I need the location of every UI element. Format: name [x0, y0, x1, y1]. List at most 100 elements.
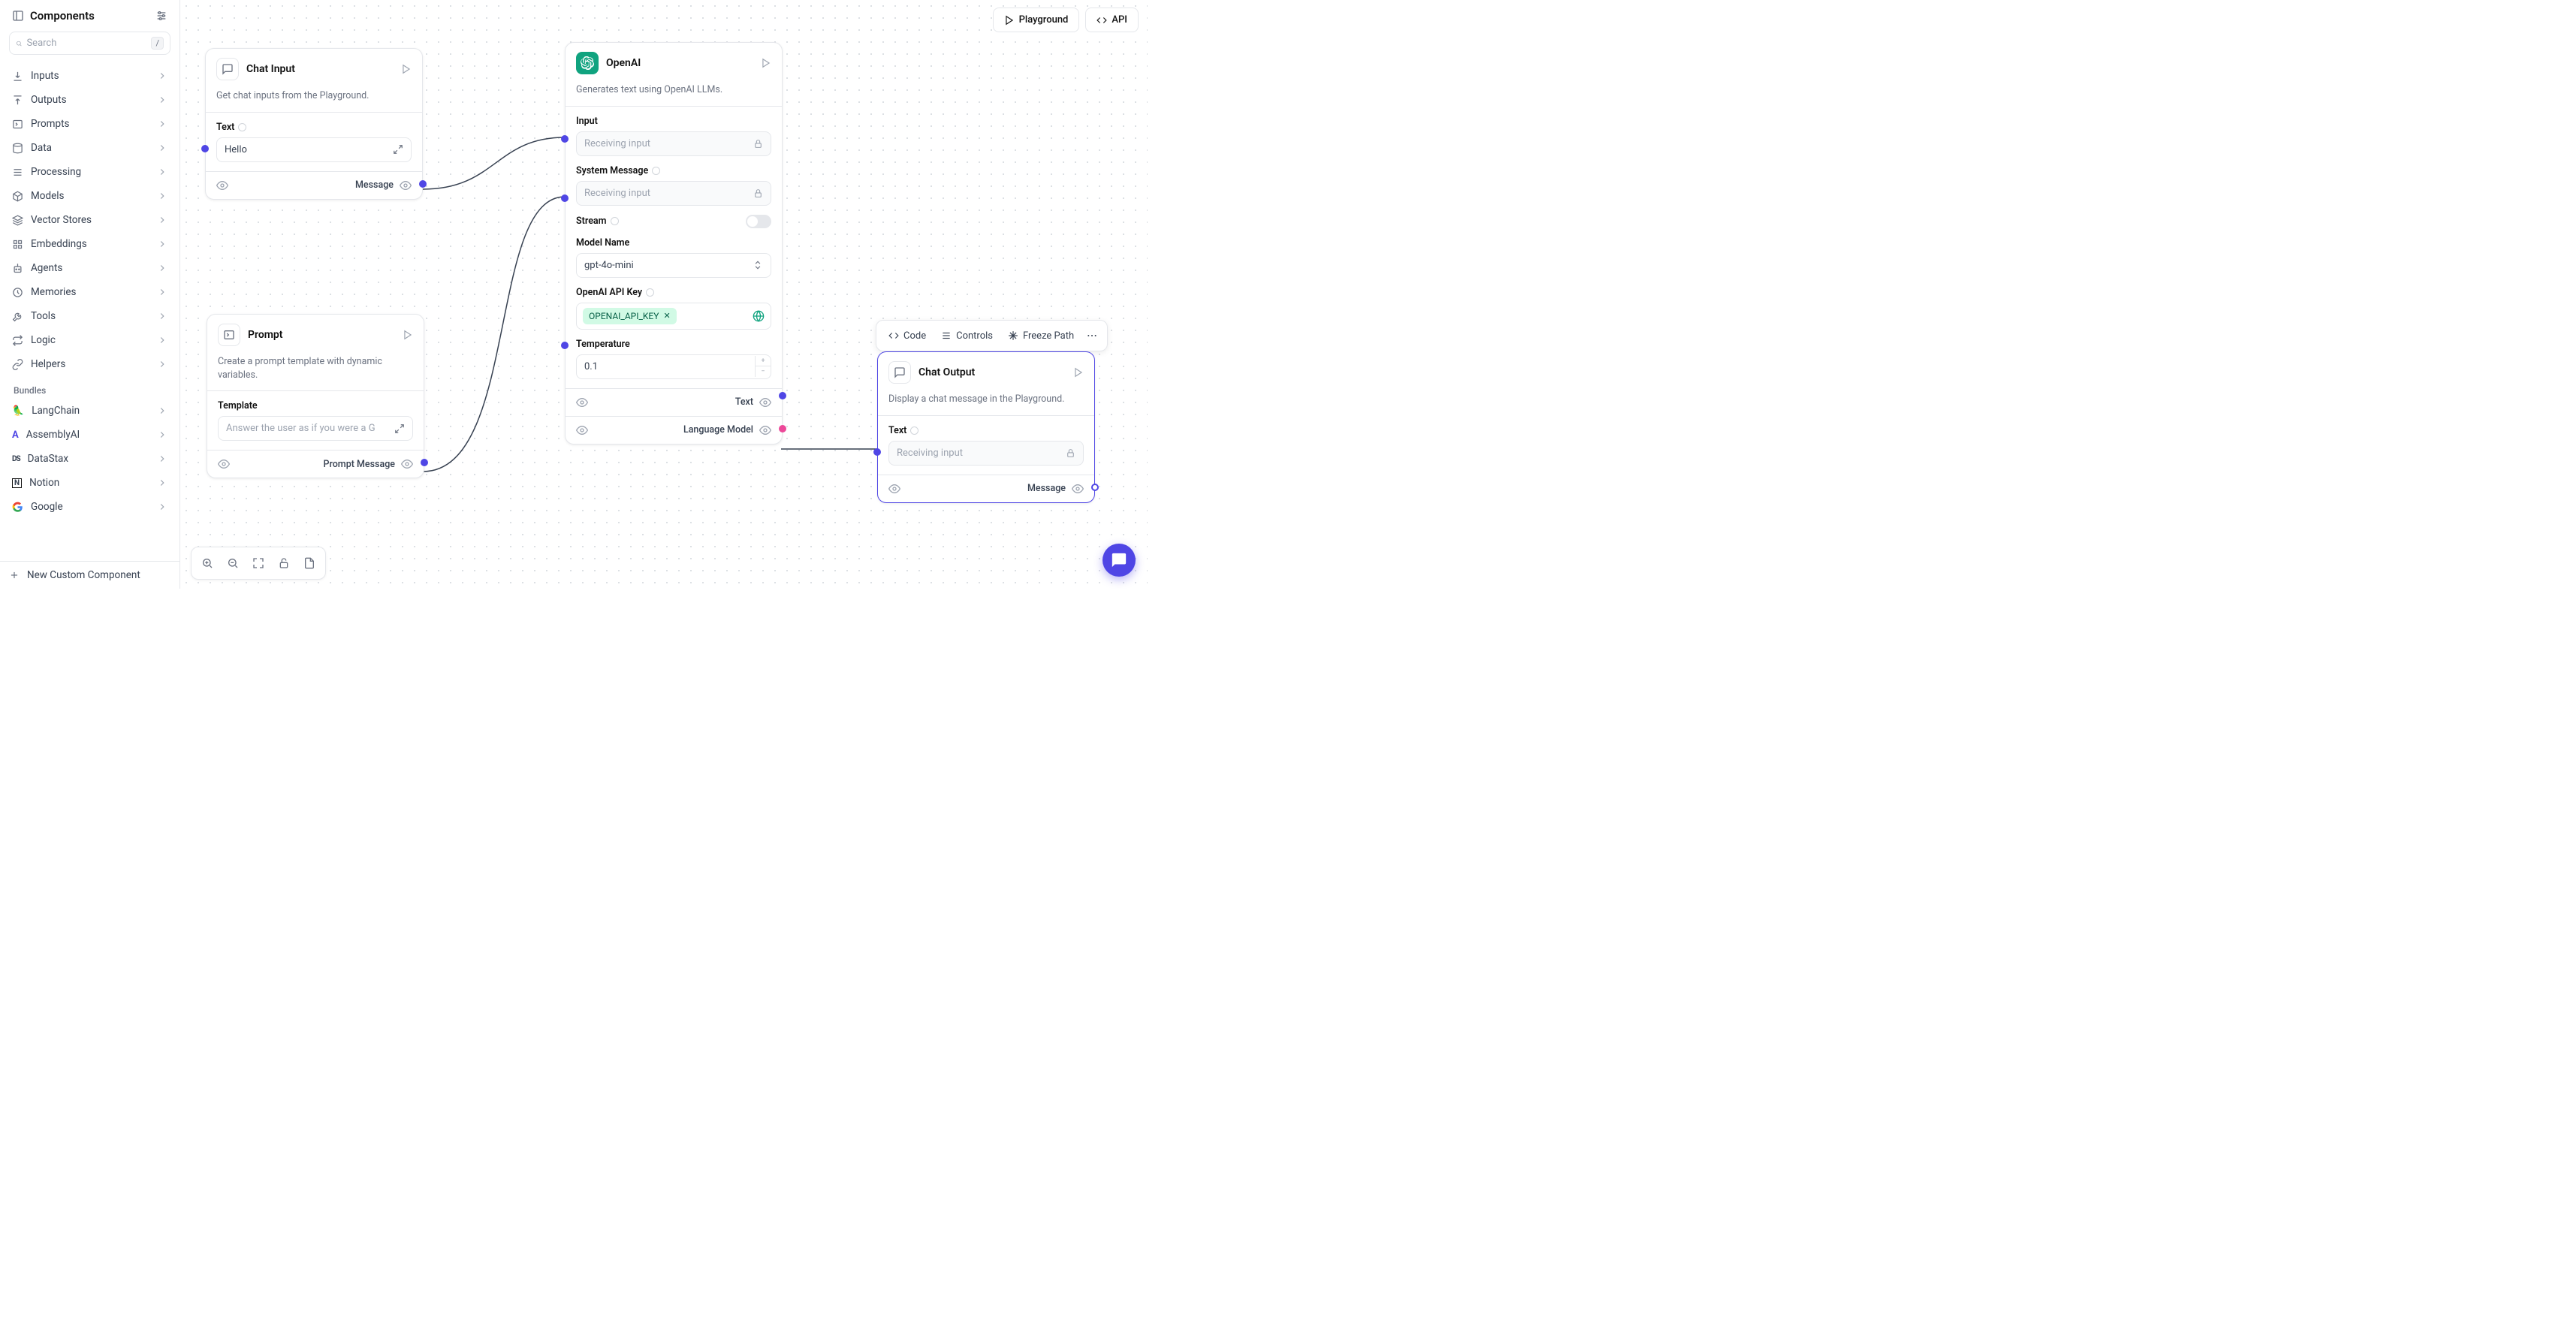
eye-icon[interactable]	[576, 396, 588, 408]
openai-icon	[576, 52, 599, 74]
play-icon[interactable]	[403, 330, 413, 340]
bundles-heading: Bundles	[6, 376, 173, 399]
node-prompt[interactable]: Prompt Create a prompt template with dyn…	[207, 314, 424, 478]
info-icon	[611, 217, 619, 225]
eye-icon[interactable]	[1072, 483, 1084, 495]
bundle-google[interactable]: Google	[6, 495, 173, 519]
sidebar-item-processing[interactable]: Processing	[6, 160, 173, 184]
lock-button[interactable]	[271, 550, 297, 576]
eye-icon[interactable]	[576, 424, 588, 436]
sidebar-item-data[interactable]: Data	[6, 136, 173, 160]
output-port[interactable]	[419, 180, 427, 188]
bundle-langchain[interactable]: 🦜LangChain	[6, 399, 173, 423]
node-desc: Get chat inputs from the Playground.	[206, 89, 422, 112]
sidebar-item-logic[interactable]: Logic	[6, 328, 173, 352]
sidebar-item-vector-stores[interactable]: Vector Stores	[6, 208, 173, 232]
sidebar-item-helpers[interactable]: Helpers	[6, 352, 173, 376]
info-icon	[238, 123, 246, 131]
node-context-bar: Code Controls Freeze Path	[876, 320, 1108, 351]
chevron-updown-icon	[753, 260, 763, 270]
chat-icon	[216, 58, 239, 80]
note-button[interactable]	[297, 550, 322, 576]
text-input[interactable]: Hello	[216, 137, 412, 162]
play-icon[interactable]	[1073, 367, 1084, 378]
more-button[interactable]	[1081, 325, 1102, 346]
text-output-port[interactable]	[779, 392, 786, 399]
sliders-icon[interactable]	[155, 10, 167, 22]
zoom-out-button[interactable]	[220, 550, 246, 576]
freeze-path-button[interactable]: Freeze Path	[1000, 326, 1081, 346]
text-field: Receiving input	[888, 441, 1084, 466]
sidebar-item-models[interactable]: Models	[6, 184, 173, 208]
temperature-input[interactable]: 0.1+−	[576, 354, 771, 379]
node-chat-input[interactable]: Chat Input Get chat inputs from the Play…	[205, 48, 423, 200]
template-input[interactable]: Answer the user as if you were a G	[218, 416, 413, 441]
play-icon[interactable]	[761, 58, 771, 68]
eye-icon[interactable]	[759, 396, 771, 408]
stream-toggle[interactable]	[746, 215, 771, 228]
canvas[interactable]: Playground API Chat Input Get chat input…	[180, 0, 1148, 589]
apikey-field[interactable]: OPENAI_API_KEY✕	[576, 303, 771, 330]
lock-icon	[753, 139, 763, 149]
output-port[interactable]	[1091, 484, 1099, 491]
help-fab[interactable]	[1102, 544, 1136, 577]
zoom-in-button[interactable]	[195, 550, 220, 576]
sidebar: Components / Inputs Outputs Prompts Data…	[0, 0, 180, 589]
node-title: Chat Input	[246, 63, 295, 75]
info-icon	[910, 426, 918, 435]
play-icon[interactable]	[401, 64, 412, 74]
temp-up-button[interactable]: +	[756, 356, 771, 366]
input-port[interactable]	[873, 448, 881, 456]
sidebar-item-outputs[interactable]: Outputs	[6, 88, 173, 112]
search-input[interactable]: /	[9, 32, 170, 55]
sidebar-item-embeddings[interactable]: Embeddings	[6, 232, 173, 256]
model-select[interactable]: gpt-4o-mini	[576, 253, 771, 278]
sidebar-item-agents[interactable]: Agents	[6, 256, 173, 280]
globe-icon[interactable]	[753, 310, 765, 322]
fit-view-button[interactable]	[246, 550, 271, 576]
sidebar-item-prompts[interactable]: Prompts	[6, 112, 173, 136]
lock-icon	[753, 188, 763, 198]
node-openai[interactable]: OpenAI Generates text using OpenAI LLMs.…	[565, 42, 783, 445]
output-port[interactable]	[421, 459, 428, 466]
sidebar-item-inputs[interactable]: Inputs	[6, 64, 173, 88]
sidebar-item-memories[interactable]: Memories	[6, 280, 173, 304]
canvas-toolbar	[191, 547, 326, 580]
bundle-datastax[interactable]: DSDataStax	[6, 447, 173, 471]
input-port[interactable]	[201, 145, 209, 152]
sysmsg-port[interactable]	[561, 194, 569, 202]
eye-icon[interactable]	[401, 458, 413, 470]
eye-icon[interactable]	[888, 483, 900, 495]
sidebar-title: Components	[30, 9, 95, 23]
terminal-icon	[218, 324, 240, 346]
playground-button[interactable]: Playground	[993, 8, 1080, 32]
eye-icon[interactable]	[218, 458, 230, 470]
search-icon	[16, 38, 22, 49]
eye-icon[interactable]	[216, 179, 228, 191]
info-icon	[646, 288, 654, 297]
controls-button[interactable]: Controls	[934, 326, 1000, 346]
api-button[interactable]: API	[1085, 8, 1139, 32]
chat-icon	[888, 361, 911, 384]
bundle-notion[interactable]: NNotion	[6, 471, 173, 495]
node-chat-output[interactable]: Chat Output Display a chat message in th…	[877, 351, 1095, 503]
new-custom-component-button[interactable]: New Custom Component	[0, 561, 179, 589]
topbar: Playground API	[993, 8, 1139, 32]
sidebar-categories: Inputs Outputs Prompts Data Processing M…	[0, 61, 179, 561]
input-field: Receiving input	[576, 131, 771, 156]
remove-key-icon[interactable]: ✕	[663, 311, 670, 321]
temp-down-button[interactable]: −	[756, 366, 771, 377]
panel-icon	[12, 10, 24, 22]
sysmsg-field: Receiving input	[576, 181, 771, 206]
input-port[interactable]	[561, 135, 569, 143]
expand-icon[interactable]	[394, 423, 405, 434]
eye-icon[interactable]	[759, 424, 771, 436]
sidebar-item-tools[interactable]: Tools	[6, 304, 173, 328]
code-button[interactable]: Code	[881, 326, 934, 346]
expand-icon[interactable]	[393, 144, 403, 155]
model-output-port[interactable]	[779, 425, 786, 432]
eye-icon[interactable]	[400, 179, 412, 191]
bundle-assemblyai[interactable]: AAssemblyAI	[6, 423, 173, 447]
info-icon	[652, 167, 660, 175]
apikey-port[interactable]	[561, 342, 569, 349]
